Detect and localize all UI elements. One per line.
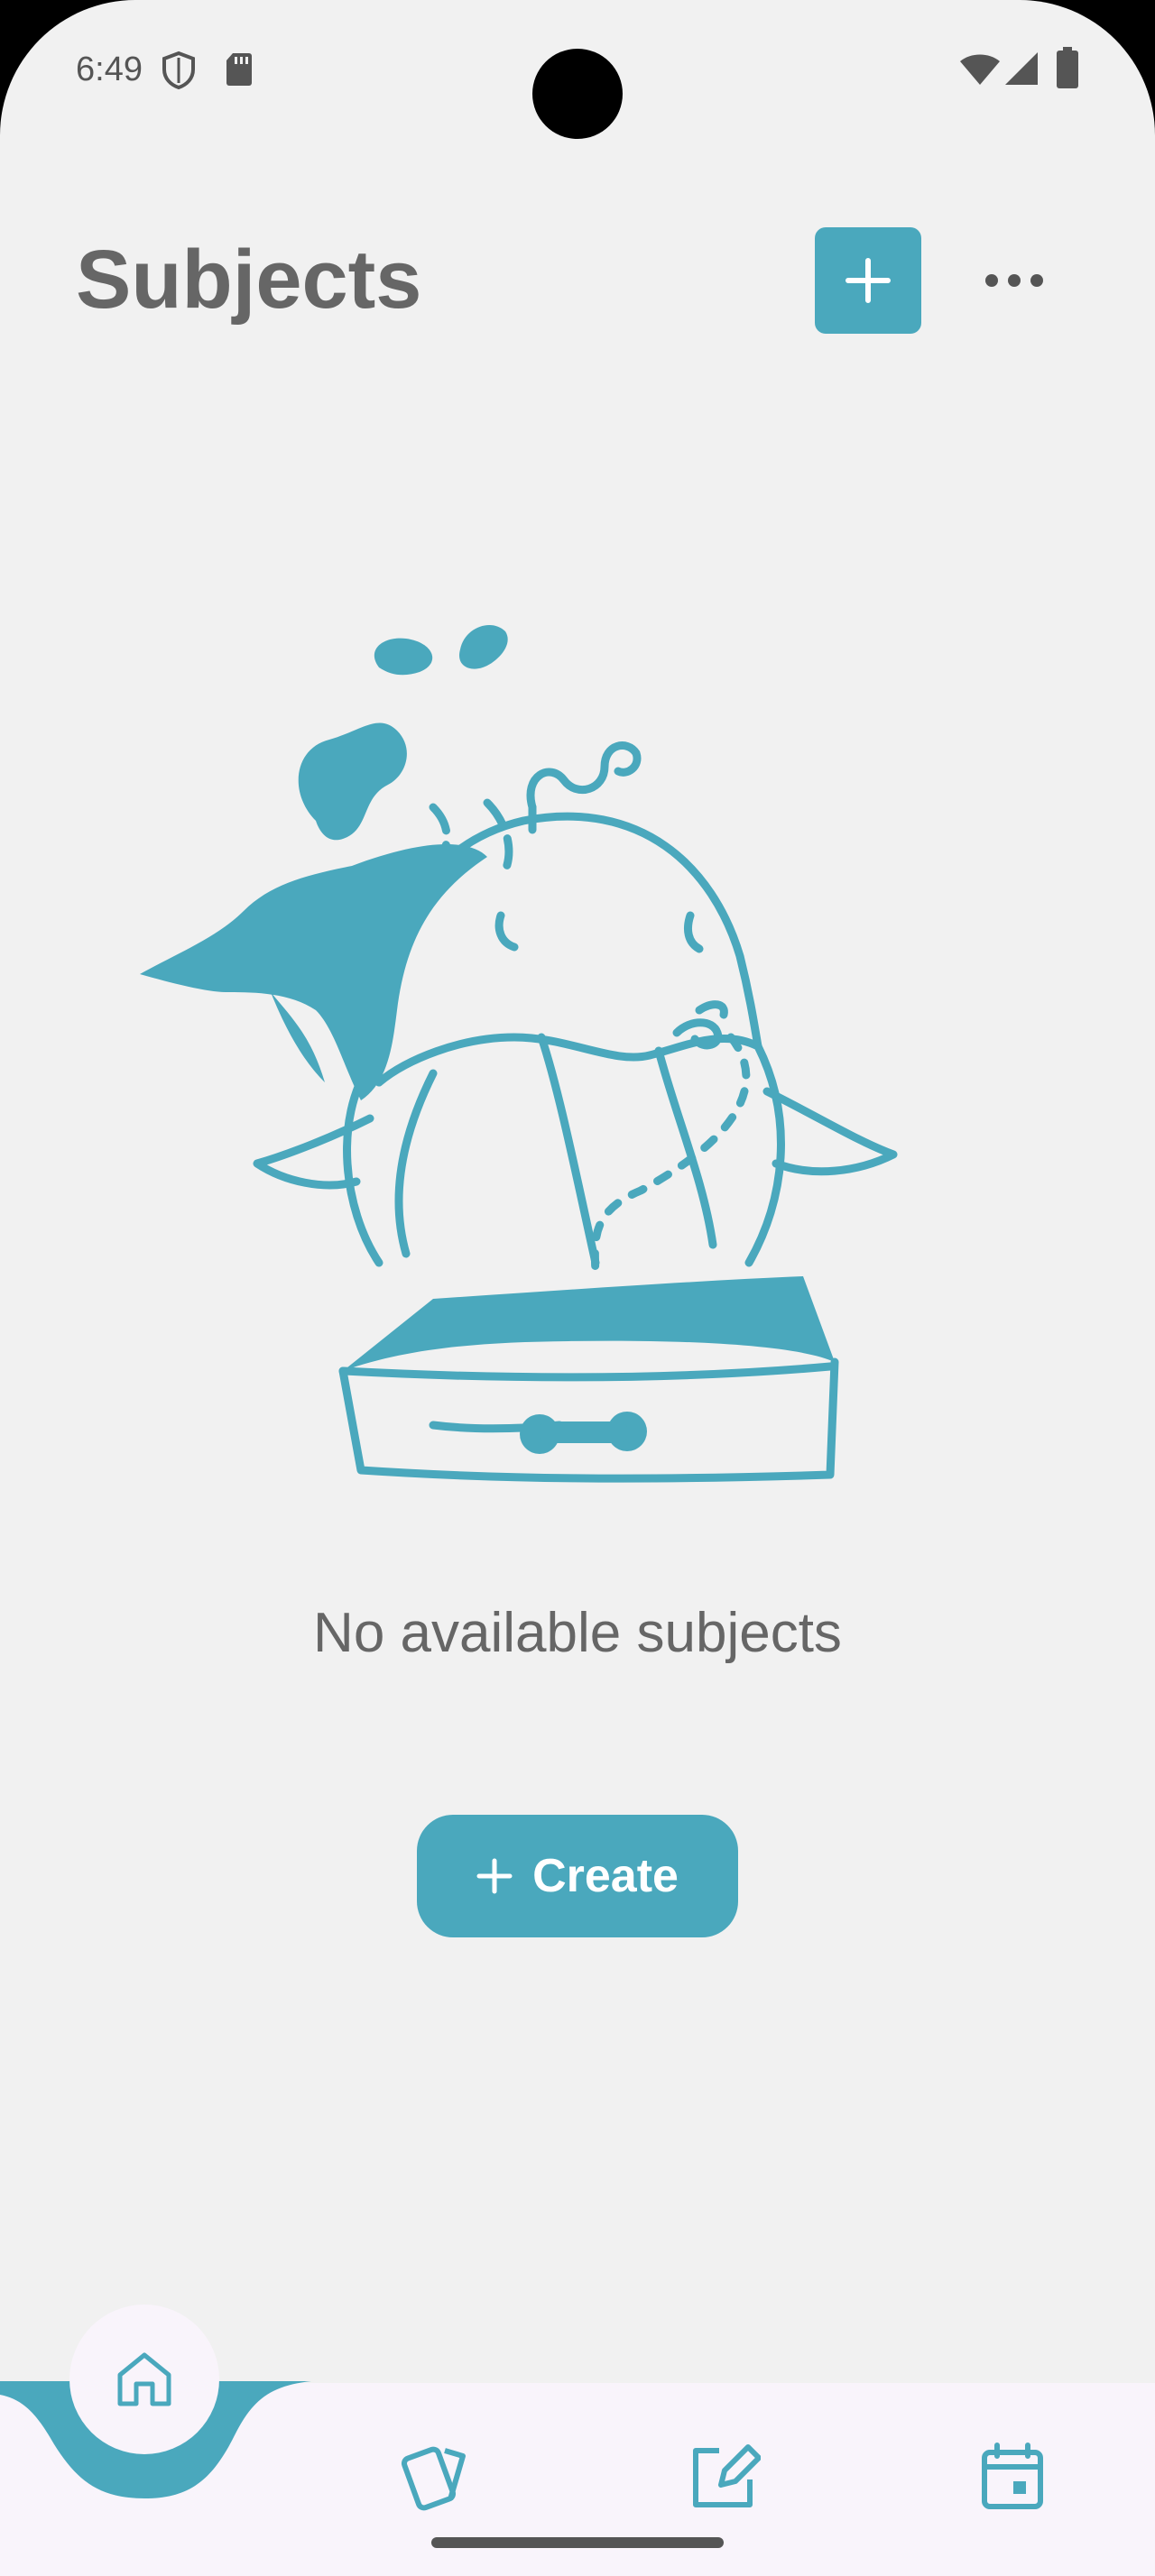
home-icon xyxy=(117,2352,171,2406)
app-screen: 6:49 Subjects No available subjects Crea… xyxy=(0,0,1155,2576)
battery-icon xyxy=(1056,47,1079,93)
create-button-label: Create xyxy=(532,1850,679,1902)
whale-drawer-illustration xyxy=(140,624,898,1483)
create-subject-button[interactable]: Create xyxy=(417,1815,738,1937)
page-title: Subjects xyxy=(76,234,422,326)
nav-item-home[interactable] xyxy=(69,2305,219,2454)
sd-card-icon xyxy=(226,51,253,92)
calendar-icon xyxy=(982,2443,1043,2509)
gesture-handle[interactable] xyxy=(431,2537,724,2548)
empty-state-message: No available subjects xyxy=(313,1602,842,1664)
nav-item-notes[interactable] xyxy=(679,2435,770,2516)
signal-icon xyxy=(1003,51,1040,91)
shield-icon xyxy=(161,51,197,95)
camera-cutout xyxy=(532,49,623,139)
plus-icon xyxy=(845,258,891,303)
wifi-icon xyxy=(958,52,1002,91)
more-horizontal-icon xyxy=(985,274,1043,287)
more-options-button[interactable] xyxy=(980,258,1049,303)
edit-note-icon xyxy=(693,2444,761,2507)
flashcards-icon xyxy=(401,2446,466,2511)
status-bar: 6:49 xyxy=(0,0,1155,139)
add-subject-button[interactable] xyxy=(815,227,921,334)
empty-state-illustration xyxy=(135,613,956,1497)
nav-item-flashcards[interactable] xyxy=(386,2435,476,2516)
nav-item-calendar[interactable] xyxy=(967,2435,1058,2516)
status-time: 6:49 xyxy=(76,51,143,88)
plus-icon xyxy=(476,1847,513,1906)
